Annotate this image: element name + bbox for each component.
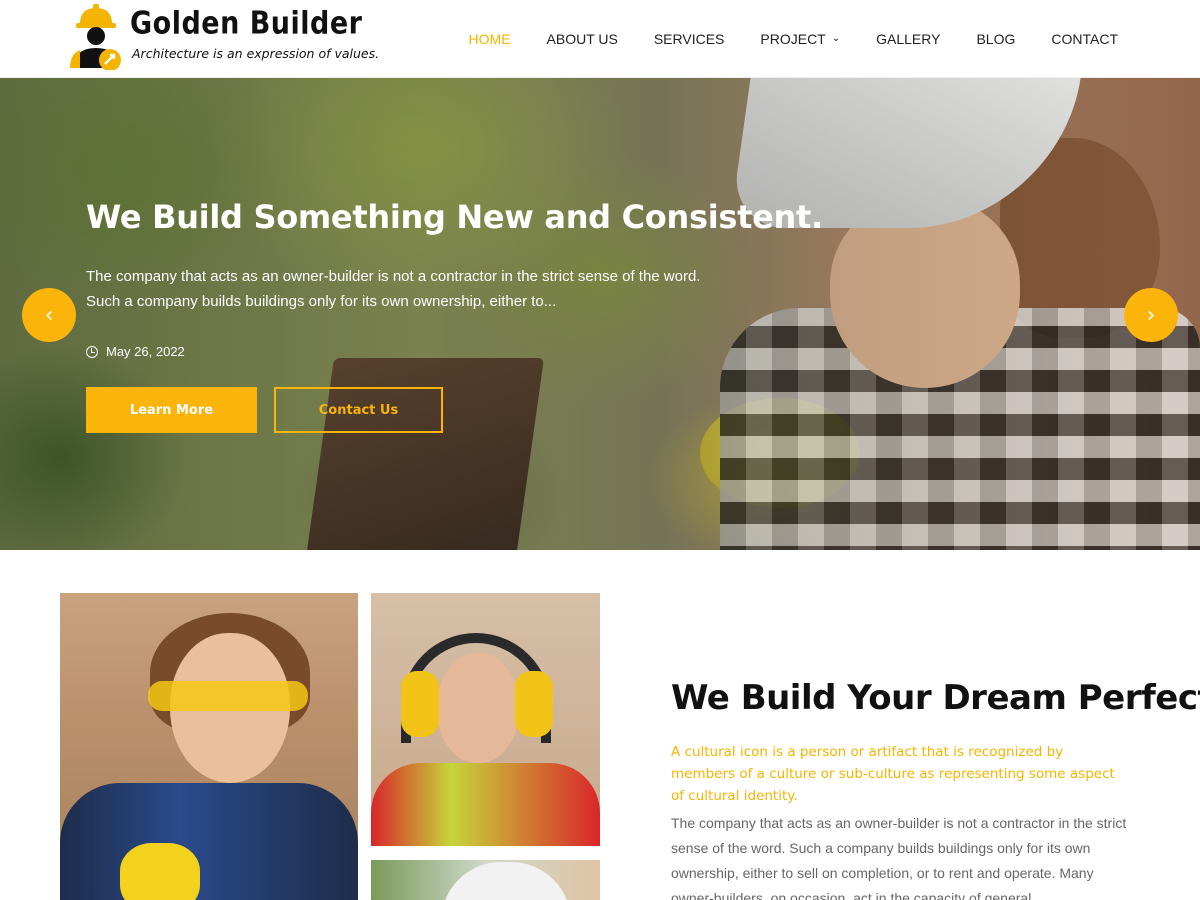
photo-shape [515,671,553,737]
prev-slide-button[interactable]: ‹ [22,288,76,342]
worker-photo-2 [371,593,600,846]
logo[interactable]: Golden Builder Architecture is an expres… [66,2,379,72]
clock-icon [86,345,98,358]
about-title: We Build Your Dream Perfectly [671,678,1200,718]
nav-item-label: ABOUT US [546,31,618,47]
builder-logo-icon [70,4,121,70]
nav-item-label: SERVICES [653,31,725,47]
nav-item-home[interactable]: HOME [451,31,529,47]
about-subtitle: A cultural icon is a person or artifact … [671,744,1115,804]
photo-shape [120,843,200,900]
hero-text: The company that acts as an owner-builde… [86,268,701,310]
photo-shape [148,681,308,711]
chevron-left-icon: ‹ [44,302,54,328]
nav-item-project[interactable]: PROJECT ⌄ [742,31,858,47]
contact-us-button[interactable]: Contact Us [274,387,443,433]
photo-shape [371,763,600,846]
photo-shape [60,783,358,900]
hero-slider: We Build Something New and Consistent. T… [0,78,1200,550]
nav-item-label: PROJECT [760,31,826,47]
worker-photo-3 [371,860,600,900]
nav-item-contact[interactable]: CONTACT [1033,31,1136,47]
chevron-down-icon: ⌄ [831,32,841,44]
nav-item-label: HOME [468,31,511,47]
photo-shape [401,671,439,737]
photo-shape [441,862,571,900]
nav-item-services[interactable]: SERVICES [636,31,743,47]
site-header: Golden Builder Architecture is an expres… [0,0,1200,78]
main-nav: HOME ABOUT US SERVICES PROJECT ⌄ GALLERY … [451,0,1136,78]
nav-item-label: GALLERY [876,31,941,47]
learn-more-button[interactable]: Learn More [86,387,257,433]
hero-title: We Build Something New and Consistent. [86,198,823,236]
about-body: The company that acts as an owner-builde… [671,815,1127,900]
nav-item-label: CONTACT [1051,31,1118,47]
nav-item-blog[interactable]: BLOG [958,31,1033,47]
brand-tagline: Architecture is an expression of values. [132,46,380,61]
hero-overlay [0,78,1200,550]
worker-photo-1 [60,593,358,900]
nav-item-gallery[interactable]: GALLERY [858,31,958,47]
brand-name: Golden Builder [130,6,363,42]
hero-date: May 26, 2022 [86,344,185,359]
next-slide-button[interactable]: › [1124,288,1178,342]
nav-item-label: BLOG [976,31,1016,47]
chevron-right-icon: › [1146,302,1156,328]
hero-date-text: May 26, 2022 [106,344,185,359]
nav-item-about[interactable]: ABOUT US [529,31,636,47]
